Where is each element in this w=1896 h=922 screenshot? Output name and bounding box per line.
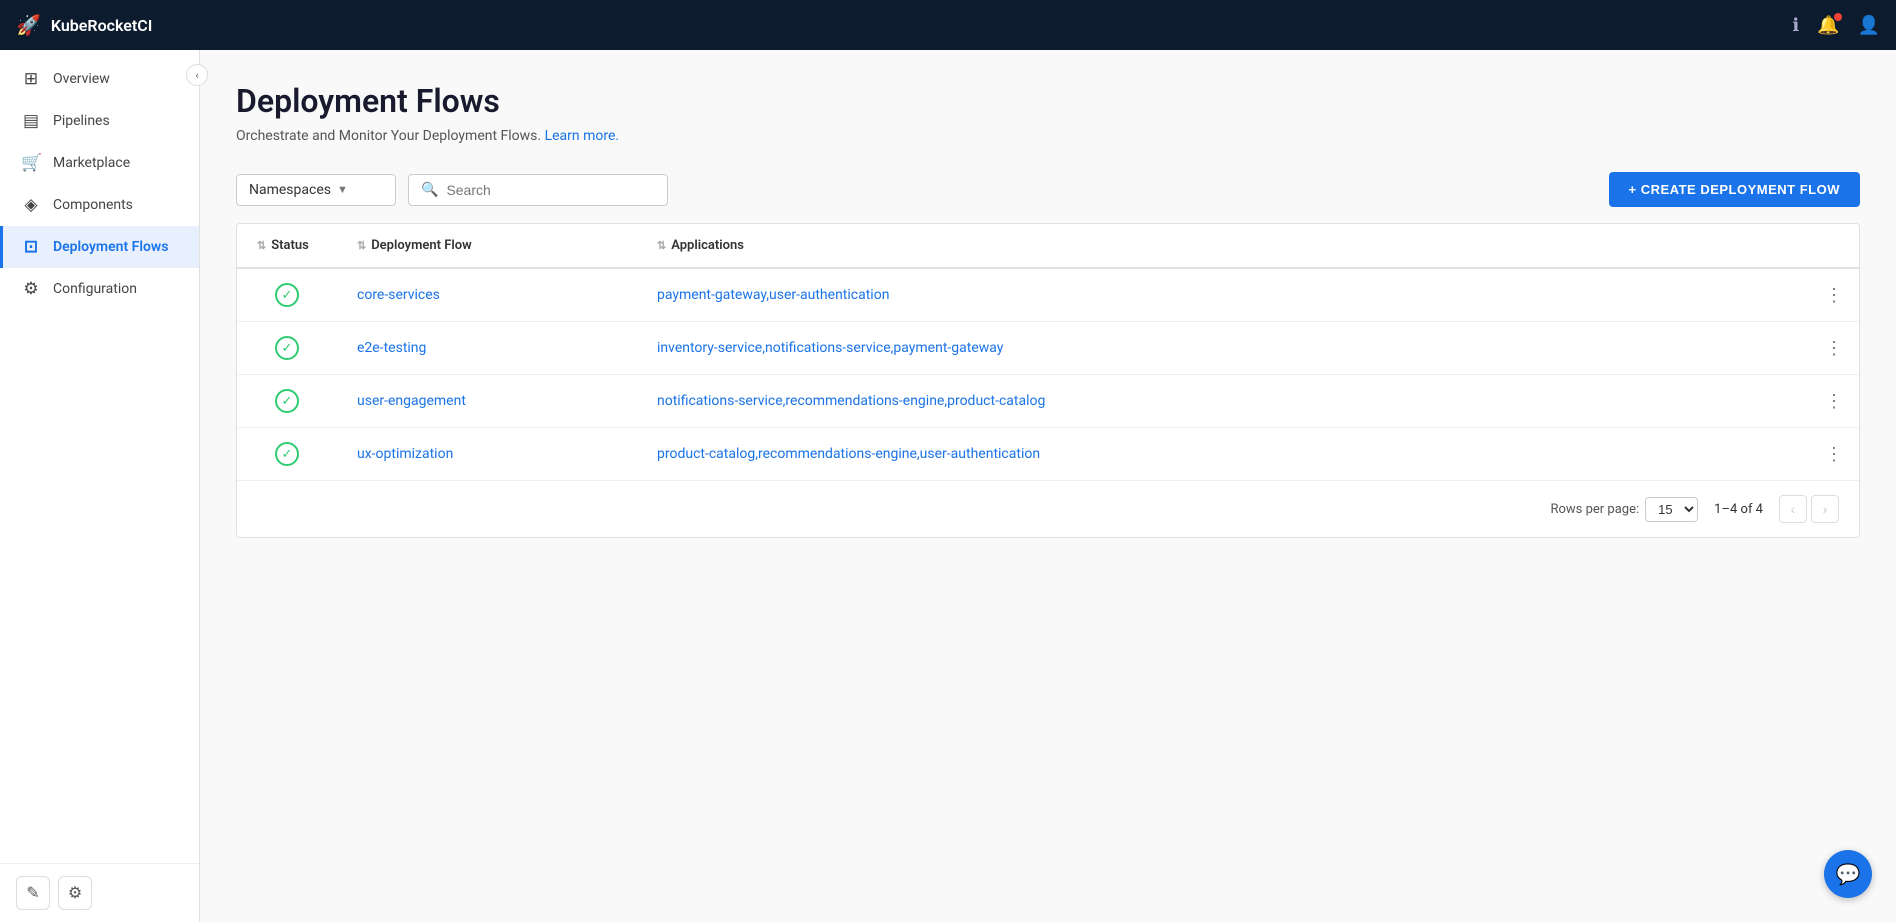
applications-cell: inventory-service,notifications-service,… [637,322,1805,375]
notification-icon[interactable]: 🔔 [1817,15,1839,36]
search-input[interactable] [446,182,646,198]
applications-cell: payment-gateway,user-authentication [637,268,1805,322]
components-icon: ◈ [21,195,41,215]
overview-icon: ⊞ [21,69,41,89]
chat-icon: 💬 [1836,862,1861,886]
sidebar-collapse-button[interactable]: ‹ [186,64,208,86]
notification-dot [1834,13,1842,21]
row-menu-button[interactable]: ⋮ [1805,322,1859,375]
flow-name-link[interactable]: core-services [357,287,440,303]
edit-icon: ✎ [26,883,39,903]
table-row: ✓ e2e-testing inventory-service,notifica… [237,322,1859,375]
status-ok-icon: ✓ [275,442,299,466]
sort-flow-icon: ⇅ [357,239,366,252]
namespace-select[interactable]: Namespaces ▼ [236,174,396,206]
app-body: ‹ ⊞ Overview ▤ Pipelines 🛒 Marketplace ◈… [0,50,1896,922]
rows-per-page-select[interactable]: 15 25 50 [1645,497,1698,522]
status-ok-icon: ✓ [275,389,299,413]
topbar-left: 🚀 KubeRocketCI [16,13,152,37]
column-applications[interactable]: ⇅ Applications [637,224,1805,268]
sidebar-bottom: ✎ ⚙ [0,863,199,922]
edit-button[interactable]: ✎ [16,876,50,910]
column-status[interactable]: ⇅ Status [237,224,337,268]
page-range: 1–4 of 4 [1714,502,1763,517]
namespace-label: Namespaces [249,182,331,198]
settings-button[interactable]: ⚙ [58,876,92,910]
flow-name-link[interactable]: e2e-testing [357,340,426,356]
avatar-icon[interactable]: 👤 [1858,15,1880,36]
table-row: ✓ ux-optimization product-catalog,recomm… [237,428,1859,481]
flow-name-cell: user-engagement [337,375,637,428]
row-menu-button[interactable]: ⋮ [1805,375,1859,428]
row-menu-button[interactable]: ⋮ [1805,428,1859,481]
settings-icon: ⚙ [68,883,82,903]
pipelines-icon: ▤ [21,111,41,131]
sidebar-item-label: Pipelines [53,113,110,129]
sidebar-item-marketplace[interactable]: 🛒 Marketplace [0,142,199,184]
status-cell: ✓ [237,428,337,481]
status-cell: ✓ [237,375,337,428]
create-deployment-flow-button[interactable]: + CREATE DEPLOYMENT FLOW [1609,172,1860,207]
status-ok-icon: ✓ [275,336,299,360]
column-actions [1805,224,1859,268]
deployment-flows-icon: ⊡ [21,237,41,257]
flow-name-cell: e2e-testing [337,322,637,375]
sidebar-item-configuration[interactable]: ⚙ Configuration [0,268,199,310]
rows-per-page-control: Rows per page: 15 25 50 [1550,497,1698,522]
topbar-right: ℹ 🔔 👤 [1792,15,1880,36]
prev-page-button[interactable]: ‹ [1779,495,1807,523]
applications-cell: notifications-service,recommendations-en… [637,375,1805,428]
status-cell: ✓ [237,322,337,375]
flow-name-link[interactable]: user-engagement [357,393,466,409]
status-ok-icon: ✓ [275,283,299,307]
applications-cell: product-catalog,recommendations-engine,u… [637,428,1805,481]
sidebar-item-pipelines[interactable]: ▤ Pipelines [0,100,199,142]
sidebar-item-label: Deployment Flows [53,239,168,255]
sidebar-item-label: Marketplace [53,155,130,171]
search-icon: 🔍 [421,182,438,198]
sort-status-icon: ⇅ [257,239,266,252]
logo-icon: 🚀 [16,13,41,37]
row-menu-button[interactable]: ⋮ [1805,268,1859,322]
sidebar-item-deployment-flows[interactable]: ⊡ Deployment Flows [0,226,199,268]
sidebar: ‹ ⊞ Overview ▤ Pipelines 🛒 Marketplace ◈… [0,50,200,922]
flow-name-cell: core-services [337,268,637,322]
flow-name-link[interactable]: ux-optimization [357,446,453,462]
sidebar-item-label: Components [53,197,133,213]
table-row: ✓ user-engagement notifications-service,… [237,375,1859,428]
learn-more-link[interactable]: Learn more. [545,128,620,144]
rows-per-page-label: Rows per page: [1550,502,1639,517]
flow-name-cell: ux-optimization [337,428,637,481]
sidebar-item-label: Overview [53,71,110,87]
info-icon[interactable]: ℹ [1792,15,1799,36]
sort-apps-icon: ⇅ [657,239,666,252]
sidebar-item-label: Configuration [53,281,137,297]
page-title: Deployment Flows [236,82,1860,120]
main-content: Deployment Flows Orchestrate and Monitor… [200,50,1896,922]
sidebar-item-components[interactable]: ◈ Components [0,184,199,226]
toolbar: Namespaces ▼ 🔍 + CREATE DEPLOYMENT FLOW [236,172,1860,207]
toolbar-left: Namespaces ▼ 🔍 [236,174,668,206]
status-cell: ✓ [237,268,337,322]
chat-fab-button[interactable]: 💬 [1824,850,1872,898]
page-navigation: ‹ › [1779,495,1839,523]
configuration-icon: ⚙ [21,279,41,299]
pagination: Rows per page: 15 25 50 1–4 of 4 ‹ › [237,480,1859,537]
app-name: KubeRocketCI [51,16,152,35]
search-box: 🔍 [408,174,668,206]
next-page-button[interactable]: › [1811,495,1839,523]
sidebar-item-overview[interactable]: ⊞ Overview [0,58,199,100]
table-row: ✓ core-services payment-gateway,user-aut… [237,268,1859,322]
marketplace-icon: 🛒 [21,153,41,173]
deployment-flows-table: ⇅ Status ⇅ Deployment Flow [236,223,1860,538]
page-subtitle: Orchestrate and Monitor Your Deployment … [236,128,1860,144]
chevron-down-icon: ▼ [337,183,348,196]
topbar: 🚀 KubeRocketCI ℹ 🔔 👤 [0,0,1896,50]
column-deployment-flow[interactable]: ⇅ Deployment Flow [337,224,637,268]
